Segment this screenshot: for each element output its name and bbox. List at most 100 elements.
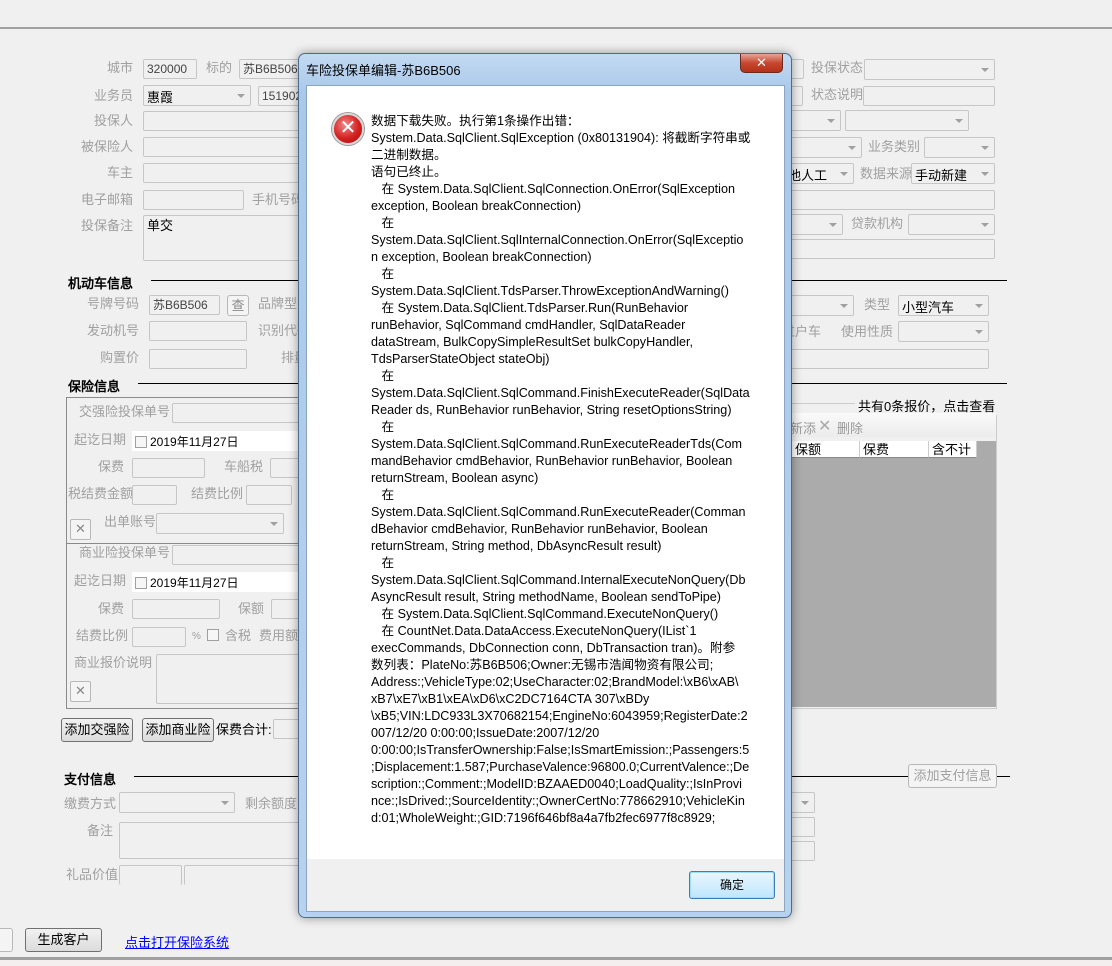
plate-label: 号牌号码	[86, 296, 139, 311]
checkbox[interactable]	[135, 436, 147, 448]
business-type-combo[interactable]	[924, 137, 995, 158]
input[interactable]	[760, 239, 995, 259]
remark-label: 投保备注	[80, 218, 133, 233]
chevron-down-icon	[829, 223, 837, 227]
grid-header-premium[interactable]: 保费	[860, 441, 929, 458]
status-bar	[0, 957, 1112, 966]
chevron-down-icon	[975, 304, 983, 308]
new-button[interactable]: 新添	[790, 418, 816, 437]
loan-org-combo[interactable]	[908, 214, 995, 235]
dialog-body: ✕ 数据下载失败。执行第1条操作出错： System.Data.SqlClient…	[306, 85, 785, 912]
ci-settle-ratio-input[interactable]	[246, 485, 292, 505]
open-insurance-system-link[interactable]: 点击打开保险系统	[125, 932, 229, 951]
chevron-down-icon	[981, 223, 989, 227]
applicant-input[interactable]	[143, 111, 308, 131]
clear-ci-button[interactable]: ✕	[70, 519, 91, 540]
ci-date-picker[interactable]: 2019年11月27日	[132, 431, 302, 451]
delete-button[interactable]: 删除	[837, 418, 863, 437]
chevron-down-icon	[848, 146, 856, 150]
error-message-line: 在	[371, 488, 395, 502]
chevron-down-icon	[981, 68, 989, 72]
status-desc-input[interactable]	[863, 86, 995, 106]
pay-method-combo[interactable]	[119, 792, 235, 813]
bi-settle-ratio-label: 结费比例	[76, 628, 129, 643]
pay-remark-textarea[interactable]	[119, 822, 309, 859]
ci-date-value: 2019年11月27日	[150, 435, 239, 449]
add-ci-button[interactable]: 添加交强险	[61, 718, 133, 742]
query-button[interactable]: 查	[227, 295, 249, 316]
partial-button[interactable]	[0, 928, 13, 952]
error-message-line: exception, Boolean breakConnection)	[371, 199, 582, 213]
error-message-line: 在	[371, 420, 395, 434]
chevron-down-icon	[981, 172, 989, 176]
add-bi-button[interactable]: 添加商业险	[142, 718, 214, 742]
close-button[interactable]: ✕	[740, 54, 783, 73]
input[interactable]	[760, 349, 989, 369]
policy-status-combo[interactable]	[864, 59, 995, 80]
error-message-line: System.Data.SqlClient.SqlInternalConnect…	[371, 233, 744, 247]
input[interactable]	[760, 190, 995, 210]
remark-textarea[interactable]: 单交	[143, 215, 308, 261]
pay-method-label: 缴费方式	[64, 796, 117, 811]
source-value: 他人工	[787, 168, 827, 183]
insured-input[interactable]	[143, 137, 308, 157]
error-dialog: 车险投保单编辑-苏B6B506 ✕ ✕ 数据下载失败。执行第1条操作出错： Sys…	[298, 53, 792, 918]
chevron-down-icon	[981, 146, 989, 150]
data-source-combo[interactable]: 手动新建	[911, 163, 995, 184]
price-label: 购置价	[99, 350, 139, 365]
bi-no-input[interactable]	[172, 545, 312, 565]
engine-input[interactable]	[149, 321, 247, 341]
type-value: 小型汽车	[902, 300, 955, 315]
price-input[interactable]	[149, 349, 247, 369]
ok-button[interactable]: 确定	[689, 871, 775, 899]
bi-quote-desc-textarea[interactable]	[156, 654, 312, 704]
city-label: 城市	[106, 60, 133, 75]
ci-no-label: 交强险投保单号	[79, 404, 171, 419]
divider	[996, 776, 1010, 777]
error-message-line: Address:;VehicleType:02;UseCharacter:02;…	[371, 675, 739, 689]
error-message-line: 在 CountNet.Data.DataAccess.ExecuteNonQue…	[371, 624, 697, 638]
error-message-line: 在	[371, 369, 395, 383]
gift-input[interactable]	[119, 865, 182, 885]
tax-incl-checkbox[interactable]	[207, 629, 219, 641]
tax-settle-input[interactable]	[132, 485, 177, 505]
error-message-line: 在	[371, 267, 395, 281]
bi-quote-desc-label: 商业报价说明	[74, 655, 153, 670]
bi-settle-ratio-input[interactable]	[132, 627, 186, 647]
account-combo[interactable]	[156, 513, 284, 534]
ci-premium-label: 保费	[98, 459, 125, 474]
ci-no-input[interactable]	[172, 403, 312, 423]
city-input[interactable]: 320000	[143, 59, 197, 79]
ci-premium-input[interactable]	[132, 458, 205, 478]
plate-input[interactable]: 苏B6B506	[149, 295, 220, 315]
grid-header-excl[interactable]: 含不计	[929, 441, 977, 458]
type-combo[interactable]: 小型汽车	[898, 295, 989, 316]
gift-input-2[interactable]	[184, 865, 314, 885]
premium-total-label: 保费合计:	[216, 722, 272, 737]
clear-bi-button[interactable]: ✕	[70, 681, 91, 702]
pay-remark-label: 备注	[87, 823, 114, 838]
usage-combo[interactable]	[898, 321, 989, 342]
status-desc-label: 状态说明	[811, 87, 864, 102]
error-message-line: xB7\xE7\xB1\xEA\xD6\xC2DC7164CTA 307\xBD…	[371, 692, 650, 706]
checkbox[interactable]	[135, 577, 147, 589]
bi-date-picker[interactable]: 2019年11月27日	[132, 572, 302, 592]
bi-premium-input[interactable]	[132, 599, 220, 619]
account-label: 出单账号	[104, 514, 157, 529]
create-customer-button[interactable]: 生成客户	[25, 928, 102, 952]
top-toolbar	[0, 0, 1112, 29]
error-message-line: 在 System.Data.SqlClient.SqlCommand.Execu…	[371, 607, 719, 621]
error-message-line: 数据下载失败。执行第1条操作出错：	[371, 114, 580, 128]
tax-settle-label: 税结费金额	[68, 486, 134, 501]
grid-header-amount[interactable]: 保额	[792, 441, 860, 458]
quote-grid[interactable]: 保额 保费 含不计	[792, 441, 996, 707]
message-area: ✕ 数据下载失败。执行第1条操作出错： System.Data.SqlClient…	[307, 86, 784, 859]
error-message-line: System.Data.SqlClient.SqlException (0x80…	[371, 131, 751, 145]
error-message-line: 在	[371, 216, 395, 230]
email-input[interactable]	[143, 190, 244, 210]
salesman-combo[interactable]: 惠霞	[143, 85, 251, 106]
combo[interactable]	[845, 110, 969, 131]
add-payment-button[interactable]: 添加支付信息	[908, 764, 997, 788]
owner-input[interactable]	[143, 163, 308, 183]
percent-sign: %	[192, 631, 201, 642]
